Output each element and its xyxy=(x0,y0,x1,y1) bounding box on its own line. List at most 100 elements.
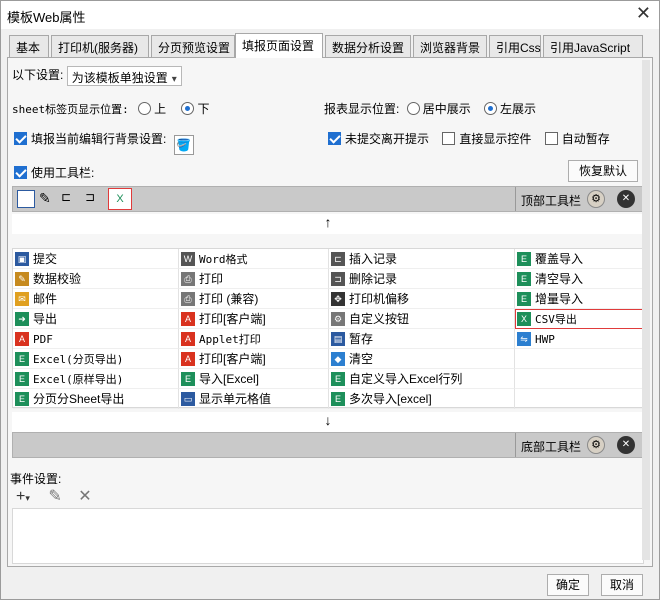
scope-select[interactable]: 为该模板单独设置 ▾ xyxy=(66,66,182,86)
bottom-toolbar: 底部工具栏 ⚙ ✕ xyxy=(12,432,644,458)
scrollbar[interactable] xyxy=(642,60,650,560)
hwp-icon: ⇋ xyxy=(517,332,531,346)
toolbar-option[interactable]: W Word格式 xyxy=(179,249,329,269)
excel-icon: E xyxy=(181,372,195,386)
toolbar-option-label: 数据校验 xyxy=(33,272,82,286)
toolbar-option-label: 清空 xyxy=(349,352,374,366)
toolbar-option[interactable]: ▣ 提交 xyxy=(13,249,179,269)
toolbar-option[interactable]: ⇋ HWP xyxy=(515,329,643,349)
toolbar-option[interactable]: ▤ 暂存 xyxy=(329,329,515,349)
submit-icon[interactable] xyxy=(17,190,35,208)
sheet-bottom-radio[interactable] xyxy=(181,102,195,115)
submit-options-row: 未提交离开提示 直接显示控件 自动暂存 xyxy=(328,130,610,147)
empty-cell xyxy=(515,369,643,389)
insert-record-icon[interactable]: ⊏ xyxy=(61,190,79,208)
remove-icon[interactable]: ✕ xyxy=(617,190,635,208)
remove-icon[interactable]: ✕ xyxy=(617,436,635,454)
mail-icon: ✉ xyxy=(15,292,29,306)
tab-data-analysis[interactable]: 数据分析设置 xyxy=(325,35,411,57)
toolbar-option[interactable]: ✎ 数据校验 xyxy=(13,269,179,289)
report-pos-row: 报表显示位置: 居中展示 左展示 xyxy=(324,102,537,116)
scope-row: 以下设置: 为该模板单独设置 ▾ xyxy=(12,66,182,86)
report-center-radio[interactable] xyxy=(406,102,420,115)
excel-import-icon: E xyxy=(517,252,531,266)
toolbar-option-label: 打印[客户端] xyxy=(199,352,266,366)
toolbar-option-label: 分页分Sheet导出 xyxy=(33,392,125,406)
validate-icon: ✎ xyxy=(15,272,29,286)
toolbar-option-label: 打印机偏移 xyxy=(349,292,410,306)
unsubmitted-checkbox[interactable] xyxy=(328,132,341,145)
move-down-row: ↓ xyxy=(12,412,644,432)
toolbar-option[interactable]: E 分页分Sheet导出 xyxy=(13,389,179,409)
csv-export-icon[interactable]: X xyxy=(108,188,132,210)
toolbar-button-grid: ▣ 提交 W Word格式 ⊏ 插入记录 E 覆盖导入 ✎ 数据校验 ⎙ 打印 ⊐ 删除记录 E 清空导入 ✉ 邮… xyxy=(12,248,644,409)
toolbar-option[interactable]: E Excel(分页导出) xyxy=(13,349,179,369)
toolbar-option[interactable]: ▭ 显示单元格值 xyxy=(179,389,329,409)
toolbar-option[interactable]: A PDF xyxy=(13,329,179,349)
toolbar-option[interactable]: E 清空导入 xyxy=(515,269,643,289)
toolbar-option[interactable]: ⎙ 打印 (兼容) xyxy=(179,289,329,309)
top-toolbar: ✎ ⊏ ⊐ X 顶部工具栏 ⚙ ✕ xyxy=(12,186,644,212)
toolbar-option[interactable]: E 覆盖导入 xyxy=(515,249,643,269)
toolbar-option[interactable]: E 增量导入 xyxy=(515,289,643,309)
toolbar-option[interactable]: E 导入[Excel] xyxy=(179,369,329,389)
fill-bg-row: 填报当前编辑行背景设置: 🪣 xyxy=(14,130,194,155)
delete-record-icon: ⊐ xyxy=(331,272,345,286)
excel-icon: E xyxy=(15,352,29,366)
toolbar-option[interactable]: ◆ 清空 xyxy=(329,349,515,369)
tab-fill-page[interactable]: 填报页面设置 xyxy=(235,33,323,58)
toolbar-option[interactable]: ✥ 打印机偏移 xyxy=(329,289,515,309)
use-toolbar-row: 使用工具栏: xyxy=(14,164,94,181)
tab-pagination-preview[interactable]: 分页预览设置 xyxy=(151,35,235,57)
chevron-down-icon[interactable]: ▾ xyxy=(25,493,30,503)
toolbar-option[interactable]: ⚙ 自定义按钮 xyxy=(329,309,515,329)
ok-button[interactable]: 确定 xyxy=(547,574,589,596)
toolbar-option[interactable]: ⎙ 打印 xyxy=(179,269,329,289)
add-icon[interactable]: + xyxy=(16,488,25,505)
gear-icon[interactable]: ⚙ xyxy=(587,436,605,454)
toolbar-option-label: Excel(分页导出) xyxy=(33,353,124,366)
tab-javascript[interactable]: 引用JavaScript xyxy=(543,35,643,57)
gear-icon: ⚙ xyxy=(331,312,345,326)
empty-cell xyxy=(515,349,643,369)
paint-bucket-icon[interactable]: 🪣 xyxy=(173,135,194,155)
sheet-pos-row: sheet标签页显示位置: 上 下 xyxy=(12,102,210,116)
toolbar-option-label: 覆盖导入 xyxy=(535,252,584,266)
insert-record-icon: ⊏ xyxy=(331,252,345,266)
gear-icon[interactable]: ⚙ xyxy=(587,190,605,208)
delete-record-icon[interactable]: ⊐ xyxy=(85,190,103,208)
events-label: 事件设置: xyxy=(10,472,62,486)
word-icon: W xyxy=(181,252,195,266)
toolbar-option[interactable]: A 打印[客户端] xyxy=(179,349,329,369)
toolbar-option[interactable]: A Applet打印 xyxy=(179,329,329,349)
toolbar-option[interactable]: ➜ 导出 xyxy=(13,309,179,329)
edit-icon[interactable]: ✎ xyxy=(48,488,61,505)
pdf-icon: A xyxy=(181,332,195,346)
toolbar-option[interactable]: X CSV导出 xyxy=(515,309,643,329)
direct-control-checkbox[interactable] xyxy=(442,132,456,145)
cancel-button[interactable]: 取消 xyxy=(601,574,643,596)
close-icon[interactable]: ✕ xyxy=(636,3,651,24)
toolbar-option[interactable]: ⊐ 删除记录 xyxy=(329,269,515,289)
tab-browser-bg[interactable]: 浏览器背景 xyxy=(413,35,487,57)
events-list[interactable] xyxy=(12,508,644,564)
toolbar-option[interactable]: E Excel(原样导出) xyxy=(13,369,179,389)
tab-printer[interactable]: 打印机(服务器) xyxy=(51,35,149,57)
tab-basic[interactable]: 基本 xyxy=(9,35,49,57)
toolbar-option[interactable]: ✉ 邮件 xyxy=(13,289,179,309)
delete-icon[interactable]: ✕ xyxy=(78,488,91,505)
report-left-radio[interactable] xyxy=(484,102,498,115)
tab-css[interactable]: 引用Css xyxy=(489,35,541,57)
use-toolbar-checkbox[interactable] xyxy=(14,166,27,179)
auto-save-checkbox[interactable] xyxy=(544,132,558,145)
toolbar-option[interactable]: A 打印[客户端] xyxy=(179,309,329,329)
toolbar-option[interactable]: E 自定义导入Excel行列 xyxy=(329,369,515,389)
arrow-down-icon[interactable]: ↓ xyxy=(325,412,332,428)
toolbar-option[interactable]: ⊏ 插入记录 xyxy=(329,249,515,269)
validate-icon[interactable]: ✎ xyxy=(39,190,57,208)
restore-default-button[interactable]: 恢复默认 xyxy=(568,160,638,182)
toolbar-option[interactable]: E 多次导入[excel] xyxy=(329,389,515,409)
fill-bg-checkbox[interactable] xyxy=(14,132,27,145)
sheet-top-radio[interactable] xyxy=(138,102,152,115)
arrow-up-icon[interactable]: ↑ xyxy=(325,214,332,230)
